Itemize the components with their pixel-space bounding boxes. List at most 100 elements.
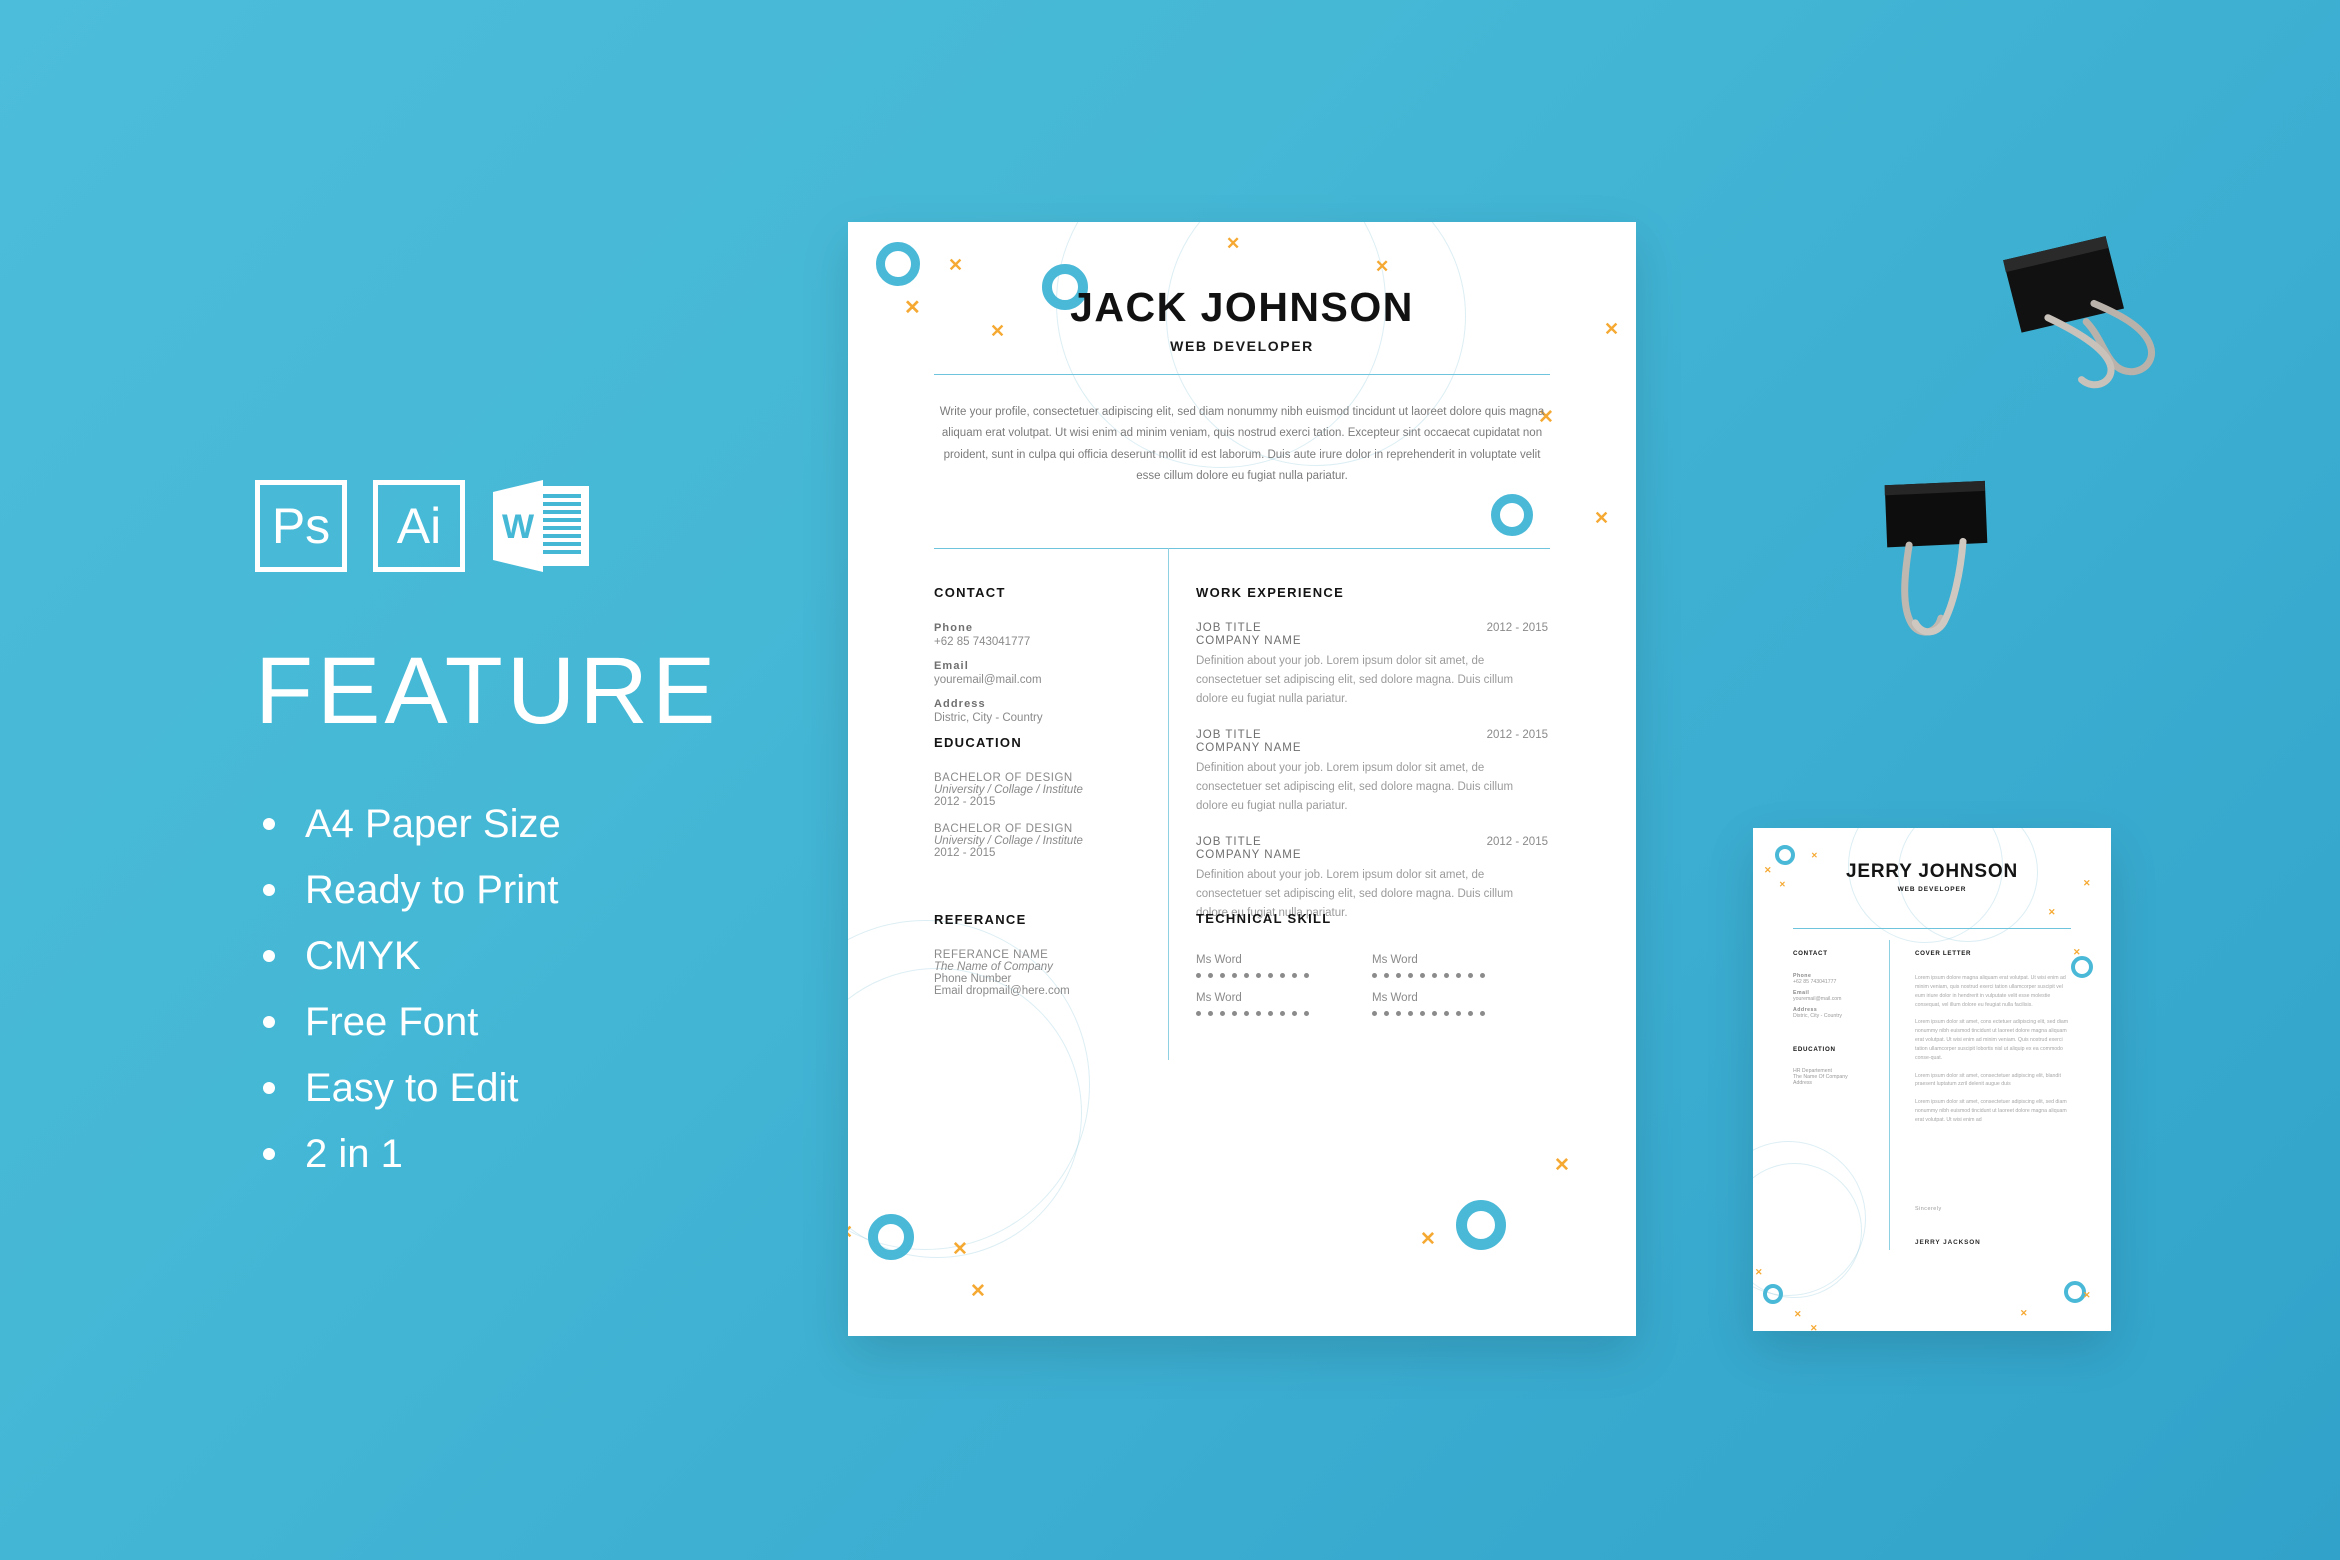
skill-dot [1280, 1011, 1285, 1016]
education-institute: University / Collage / Institute [934, 835, 1083, 847]
work-experience-block: JOB TITLE 2012 - 2015 COMPANY NAME Defin… [1196, 622, 1548, 943]
job-title: JOB TITLE [1196, 728, 1262, 741]
section-heading-referance: REFERANCE [934, 912, 1027, 927]
microsoft-word-icon: W [491, 480, 591, 572]
poster-canvas: Ps Ai W FEATURE A4 Paper Size Ready to P… [0, 0, 2340, 1560]
education-degree: BACHELOR OF DESIGN [934, 772, 1073, 784]
skill-name: Ms Word [1372, 954, 1418, 966]
job-description: Definition about your job. Lorem ipsum d… [1196, 655, 1514, 705]
skill-dot [1456, 973, 1461, 978]
software-badge-row: Ps Ai W [255, 480, 815, 572]
decor-ring [868, 1214, 914, 1260]
skill-dot [1268, 973, 1273, 978]
decor-x-icon: ✕ [948, 255, 964, 275]
illustrator-icon-label: Ai [396, 498, 442, 554]
decor-x-icon: ✕ [848, 1223, 853, 1241]
contact-field: Phone +62 85 743041777 [934, 622, 1144, 648]
feature-panel: Ps Ai W FEATURE A4 Paper Size Ready to P… [255, 480, 815, 1187]
skill-item: Ms Word [1372, 992, 1548, 1016]
decor-ring [1456, 1200, 1506, 1250]
skill-name: Ms Word [1196, 992, 1242, 1004]
skill-dot [1220, 1011, 1225, 1016]
education-institute: University / Collage / Institute [934, 784, 1083, 796]
divider-top [1793, 928, 2071, 929]
watermark-circle [1898, 828, 2038, 942]
job-date: 2012 - 2015 [1486, 728, 1548, 741]
skill-name: Ms Word [1372, 992, 1418, 1004]
watermark-circle [1753, 1163, 1862, 1298]
skill-dot [1208, 973, 1213, 978]
decor-x-icon: ✕ [1755, 1267, 1763, 1277]
skill-dot [1444, 973, 1449, 978]
referance-block: REFERANCE NAME The Name of Company Phone… [934, 949, 1144, 997]
skill-dot [1408, 973, 1413, 978]
skill-dot [1232, 973, 1237, 978]
skill-level-dots [1196, 1011, 1372, 1016]
section-heading-contact: CONTACT [1793, 950, 1828, 957]
job-entry: JOB TITLE 2012 - 2015 COMPANY NAME Defin… [1196, 836, 1548, 923]
job-description: Definition about your job. Lorem ipsum d… [1196, 761, 1514, 812]
decor-x-icon: ✕ [1226, 234, 1241, 253]
section-heading-education: EDUCATION [934, 735, 1023, 750]
contact-label: Email [934, 660, 969, 672]
page-title: JACK JOHNSON [1070, 284, 1414, 330]
divider-vertical [1168, 548, 1169, 1060]
skill-dot [1268, 1011, 1273, 1016]
job-date: 2012 - 2015 [1486, 835, 1548, 848]
skill-dot [1420, 973, 1425, 978]
decor-x-icon: ✕ [2073, 947, 2081, 957]
photoshop-icon: Ps [255, 480, 347, 572]
skill-dot [1280, 973, 1285, 978]
education-years: 2012 - 2015 [934, 847, 996, 859]
skill-dot [1292, 973, 1297, 978]
contact-field: Phone +62 85 743041777 [1793, 973, 1881, 985]
skill-dot [1292, 1011, 1297, 1016]
list-item: Ready to Print [255, 857, 815, 923]
skill-dot [1396, 1011, 1401, 1016]
skill-dot [1232, 1011, 1237, 1016]
svg-text:W: W [502, 508, 535, 546]
decor-ring [2071, 956, 2093, 978]
section-heading-education: EDUCATION [1793, 1046, 1836, 1053]
job-company: COMPANY NAME [1196, 741, 1302, 754]
referance-email: Email dropmail@here.com [934, 985, 1070, 997]
list-item: 2 in 1 [255, 1121, 815, 1187]
cover-letter-paragraph: Lorem ipsum dolore magna aliquam erat vo… [1915, 975, 2066, 1008]
decor-x-icon: ✕ [970, 1281, 986, 1302]
contact-field: Address Distric, City - Country [1793, 1007, 1881, 1019]
photoshop-icon-label: Ps [271, 498, 331, 554]
education-degree: BACHELOR OF DESIGN [934, 823, 1073, 835]
decor-x-icon: ✕ [1375, 257, 1390, 276]
skill-dot [1304, 1011, 1309, 1016]
contact-field: Email youremail@mail.com [1793, 990, 1881, 1002]
list-item: CMYK [255, 923, 815, 989]
skill-dot [1244, 1011, 1249, 1016]
decor-ring [1763, 1284, 1783, 1304]
cover-letter-closing: Sincerely [1915, 1206, 1942, 1212]
contact-field: Email youremail@mail.com [934, 660, 1144, 686]
skill-dot [1196, 1011, 1201, 1016]
binder-clip-icon [1985, 215, 2165, 410]
skill-dot [1244, 973, 1249, 978]
contact-block: Phone +62 85 743041777 Email youremail@m… [934, 622, 1144, 736]
skill-dot [1480, 973, 1485, 978]
divider-middle [934, 548, 1550, 549]
skill-dot [1384, 1011, 1389, 1016]
job-role-subtitle: WEB DEVELOPER [1170, 338, 1314, 354]
skill-dot [1396, 973, 1401, 978]
job-date: 2012 - 2015 [1486, 622, 1548, 634]
cover-letter-signature: JERRY JACKSON [1915, 1239, 1981, 1246]
section-heading-work-experience: WORK EXPERIENCE [1196, 585, 1345, 600]
contact-value: youremail@mail.com [934, 674, 1042, 686]
cover-letter-paragraph: Lorem ipsum dolor sit amet, cons ectetue… [1915, 1019, 2069, 1061]
page-title: JERRY JOHNSON [1846, 861, 2018, 882]
job-entry: JOB TITLE 2012 - 2015 COMPANY NAME Defin… [1196, 622, 1548, 709]
skill-level-dots [1372, 973, 1548, 978]
skill-name: Ms Word [1196, 954, 1242, 966]
contact-label: Phone [934, 622, 974, 634]
skill-dot [1432, 973, 1437, 978]
skill-dot [1372, 973, 1377, 978]
divider-top [934, 374, 1550, 375]
education-block: HR Departement The Name Of Company Addre… [1793, 1068, 1885, 1086]
decor-x-icon: ✕ [1794, 1309, 1802, 1319]
